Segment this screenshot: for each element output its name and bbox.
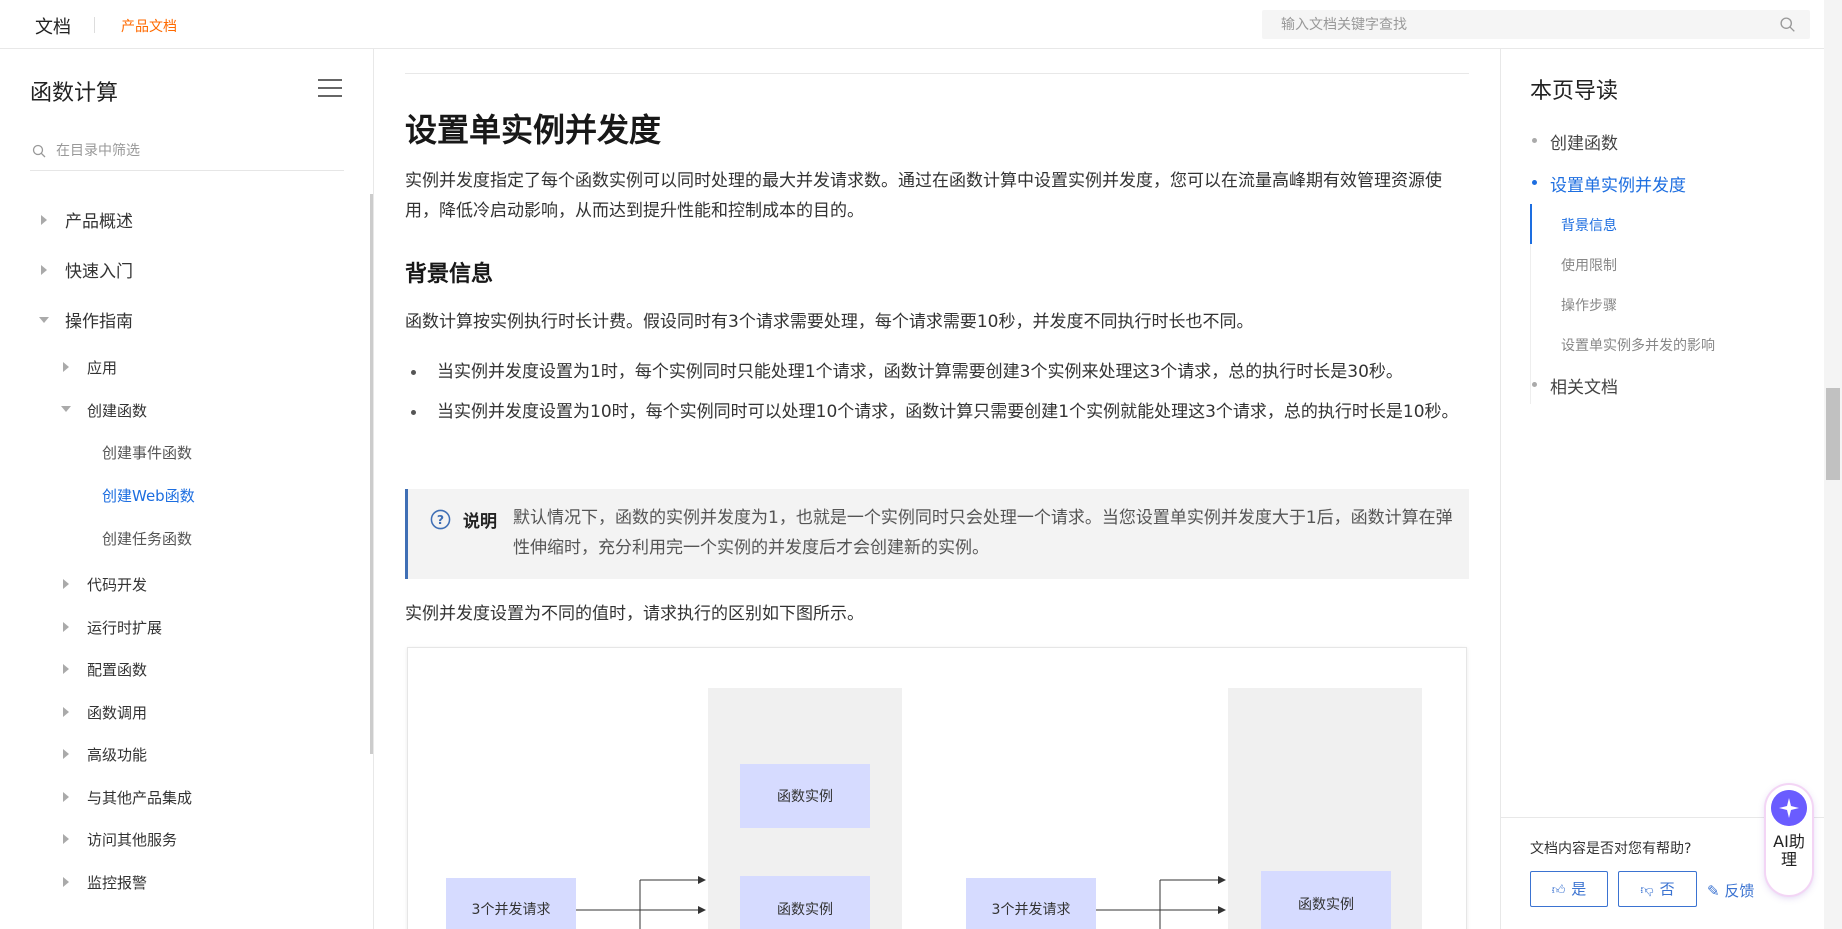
toc-guide-line: [1530, 244, 1531, 404]
thumbs-down-icon: 👎︎: [1640, 883, 1654, 898]
concurrency-diagram: 函数实例 函数实例 3个并发请求 函数实例 3个并发请求: [407, 647, 1467, 929]
sidebar-item-event-function[interactable]: 创建事件函数: [102, 442, 192, 463]
toc-dot: [1532, 180, 1537, 185]
toc-dot: [1532, 138, 1537, 143]
list-item: 当实例并发度设置为1时，每个实例同时只能处理1个请求，函数计算需要创建3个实例来…: [411, 357, 1469, 387]
main-content: 设置单实例并发度 实例并发度指定了每个函数实例可以同时处理的最大并发请求数。通过…: [375, 49, 1499, 929]
caret-right-icon: [41, 215, 47, 225]
feedback-report-label: 反馈: [1724, 882, 1755, 900]
page-title: 设置单实例并发度: [405, 111, 662, 149]
sidebar-item-code-dev[interactable]: 代码开发: [87, 574, 147, 595]
ai-sparkle-icon: [1771, 790, 1807, 826]
toc-title: 本页导读: [1530, 79, 1619, 104]
concurrent-requests-label: 3个并发请求: [992, 902, 1071, 918]
caret-right-icon: [63, 834, 69, 844]
note-label: 说明: [463, 512, 497, 532]
sidebar-item-quickstart[interactable]: 快速入门: [65, 257, 133, 282]
ai-assistant-button[interactable]: AI助理: [1766, 785, 1812, 895]
header-divider: [94, 17, 95, 33]
section-title: 背景信息: [405, 262, 494, 287]
function-instance-label: 函数实例: [777, 789, 833, 805]
list-item-text: 当实例并发度设置为1时，每个实例同时只能处理1个请求，函数计算需要创建3个实例来…: [437, 362, 1403, 382]
toc-sub-impact[interactable]: 设置单实例多并发的影响: [1561, 335, 1715, 355]
note-callout: ? 说明 默认情况下，函数的实例并发度为1，也就是一个实例同时只会处理一个请求。…: [405, 489, 1469, 579]
concurrent-requests-label: 3个并发请求: [472, 902, 551, 918]
thumbs-up-icon: 👍︎: [1551, 883, 1566, 898]
top-header: 文档 产品文档: [0, 0, 1842, 49]
feedback-report-link[interactable]: ✎ 反馈: [1707, 880, 1754, 901]
edit-icon: ✎: [1707, 882, 1720, 900]
sidebar-item-monitoring[interactable]: 监控报警: [87, 872, 147, 893]
sidebar-item-guide[interactable]: 操作指南: [65, 307, 133, 332]
feedback-yes-button[interactable]: 👍︎ 是: [1530, 871, 1608, 907]
caret-right-icon: [63, 579, 69, 589]
list-item: 当实例并发度设置为10时，每个实例同时可以处理10个请求，函数计算只需要创建1个…: [411, 397, 1469, 427]
caret-right-icon: [63, 664, 69, 674]
sidebar-item-create-function[interactable]: 创建函数: [87, 400, 147, 421]
toc-sub-steps[interactable]: 操作步骤: [1561, 295, 1617, 315]
intro-paragraph: 实例并发度指定了每个函数实例可以同时处理的最大并发请求数。通过在函数计算中设置实…: [405, 171, 1442, 221]
caret-right-icon: [63, 362, 69, 372]
sidebar-item-overview[interactable]: 产品概述: [65, 207, 133, 232]
feedback-yes-label: 是: [1571, 880, 1587, 898]
doc-search-box: [1262, 10, 1810, 39]
feedback-no-label: 否: [1659, 880, 1675, 898]
toc-item-related-docs[interactable]: 相关文档: [1532, 373, 1618, 398]
toc-item-label: 相关文档: [1550, 378, 1618, 398]
sidebar-title: 函数计算: [30, 81, 119, 106]
caret-right-icon: [63, 749, 69, 759]
caret-right-icon: [63, 877, 69, 887]
catalog-filter-input[interactable]: [56, 139, 326, 163]
sidebar-item-task-function[interactable]: 创建任务函数: [102, 528, 192, 549]
catalog-filter: [30, 133, 344, 171]
sidebar-item-advanced[interactable]: 高级功能: [87, 744, 147, 765]
caret-right-icon: [63, 622, 69, 632]
sidebar-item-configure[interactable]: 配置函数: [87, 659, 147, 680]
toc-item-label: 创建函数: [1550, 134, 1618, 154]
question-circle-icon: ?: [430, 509, 451, 530]
sidebar-scrollbar[interactable]: [370, 194, 373, 754]
content-divider: [405, 73, 1469, 74]
product-docs-link[interactable]: 产品文档: [121, 16, 177, 36]
figure-caption: 实例并发度设置为不同的值时，请求执行的区别如下图所示。: [405, 604, 864, 624]
bullet-dot: [411, 370, 416, 375]
section-paragraph: 函数计算按实例执行时长计费。假设同时有3个请求需要处理，每个请求需要10秒，并发…: [405, 312, 1254, 332]
brand-logo-text[interactable]: 文档: [35, 13, 71, 39]
ai-assistant-label: AI助理: [1773, 832, 1805, 869]
sidebar-item-runtime-ext[interactable]: 运行时扩展: [87, 617, 162, 638]
doc-search-input[interactable]: [1262, 10, 1742, 39]
feedback-no-button[interactable]: 👎︎ 否: [1618, 871, 1697, 907]
sidebar-item-web-function[interactable]: 创建Web函数: [102, 485, 195, 506]
menu-toggle-icon[interactable]: [318, 79, 342, 99]
svg-text:?: ?: [437, 512, 444, 527]
bullet-dot: [411, 410, 416, 415]
sidebar-item-invoke[interactable]: 函数调用: [87, 702, 147, 723]
function-instance-label: 函数实例: [777, 902, 833, 918]
list-item-text: 当实例并发度设置为10时，每个实例同时可以处理10个请求，函数计算只需要创建1个…: [437, 402, 1459, 422]
toc-sub-limits[interactable]: 使用限制: [1561, 255, 1617, 275]
toc-sub-background[interactable]: 背景信息: [1561, 215, 1617, 235]
diagram-canvas: 函数实例 函数实例 3个并发请求 函数实例 3个并发请求: [446, 688, 1422, 929]
search-icon: [32, 144, 46, 158]
caret-down-icon: [39, 317, 49, 323]
sidebar-item-apps[interactable]: 应用: [87, 357, 117, 378]
left-sidebar: 函数计算 产品概述 快速入门 操作指南 应用 创建函数 创建事件函数 创建Web…: [0, 49, 374, 929]
toc-active-indicator: [1530, 204, 1532, 244]
toc-item-create-function[interactable]: 创建函数: [1532, 129, 1618, 154]
sidebar-item-integration[interactable]: 与其他产品集成: [87, 787, 192, 808]
toc-item-set-concurrency[interactable]: 设置单实例并发度: [1532, 171, 1686, 196]
sidebar-item-other-services[interactable]: 访问其他服务: [87, 829, 177, 850]
page-scrollbar-thumb[interactable]: [1826, 388, 1840, 480]
function-instance-label: 函数实例: [1298, 897, 1354, 913]
caret-right-icon: [41, 265, 47, 275]
toc-dot: [1532, 382, 1537, 387]
search-icon[interactable]: [1779, 16, 1796, 33]
caret-right-icon: [63, 792, 69, 802]
toc-item-label: 设置单实例并发度: [1550, 176, 1686, 196]
caret-down-icon: [61, 406, 71, 412]
caret-right-icon: [63, 707, 69, 717]
note-text: 默认情况下，函数的实例并发度为1，也就是一个实例同时只会处理一个请求。当您设置单…: [513, 508, 1453, 558]
feedback-question: 文档内容是否对您有帮助?: [1530, 841, 1692, 857]
